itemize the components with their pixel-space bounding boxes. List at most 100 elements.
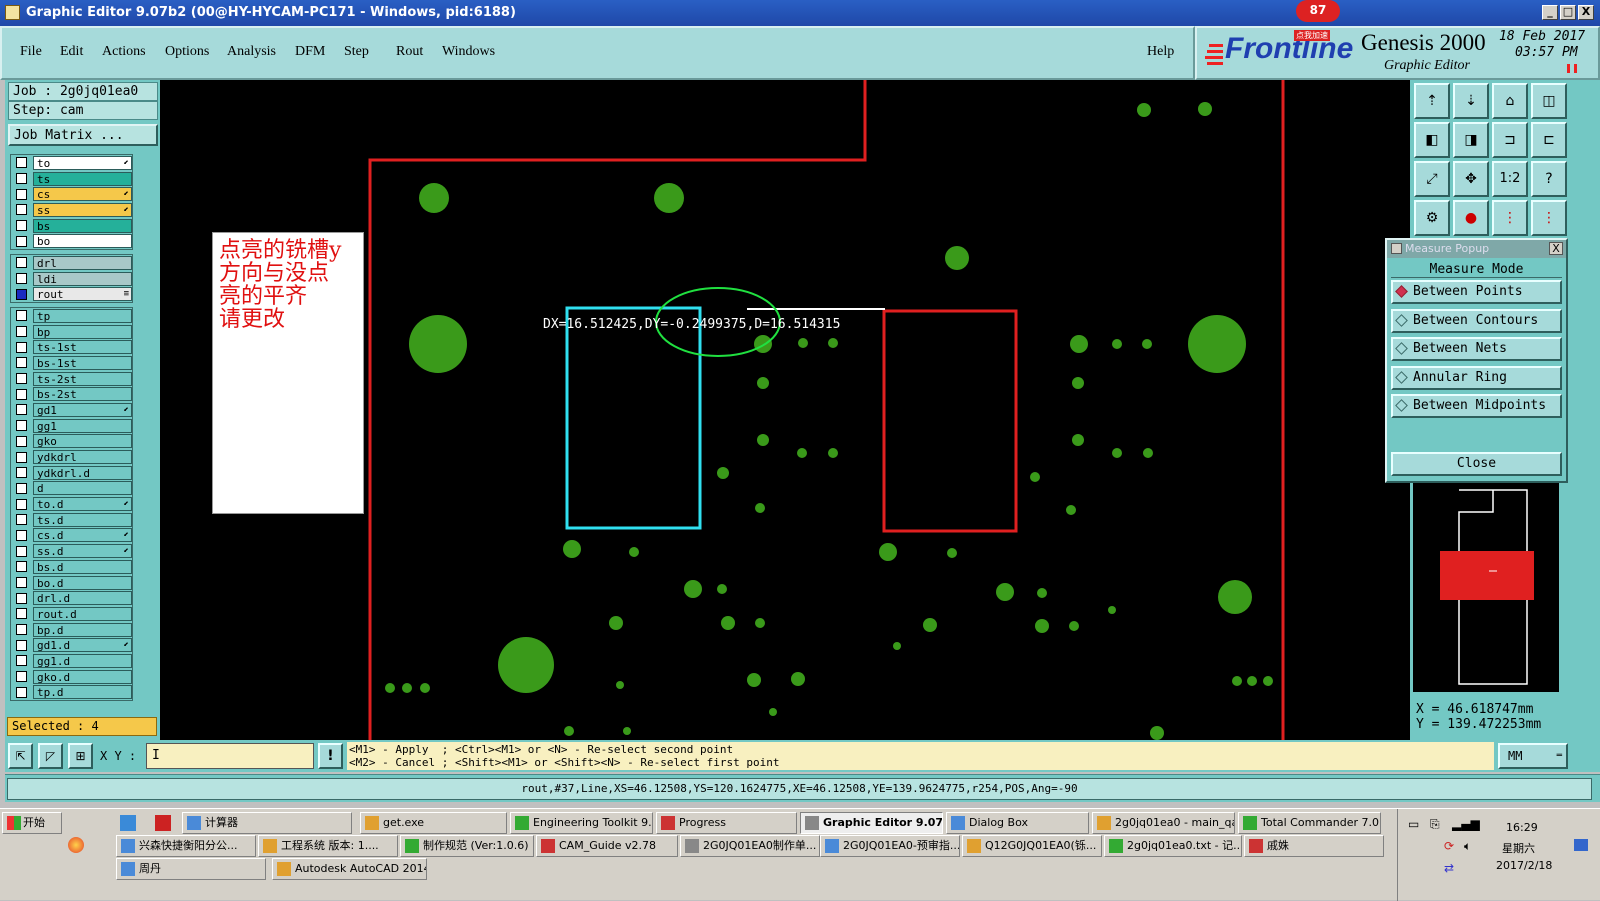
taskbar-item[interactable]: 周丹 [116,858,266,880]
layer-checkbox[interactable] [16,326,27,338]
layer-row[interactable]: rout ≡ [11,286,132,302]
layer-checkbox[interactable] [16,373,27,385]
layer-row[interactable]: gko [11,434,132,450]
layer-checkbox[interactable] [16,157,27,169]
tray-network-icon[interactable]: ▭ [1408,817,1419,831]
layer-name[interactable]: d [33,481,132,496]
layer-name[interactable]: gko [33,434,132,449]
units-selector[interactable]: MM ═ [1498,743,1568,769]
layer-checkbox[interactable] [16,561,27,573]
layer-row[interactable]: ydkdrl.d [11,465,132,481]
layer-name[interactable]: ldi [33,271,132,286]
layer-name[interactable]: bs [33,218,132,233]
menu-help[interactable]: Help [1147,44,1174,60]
measure-option[interactable]: Between Points [1391,280,1562,304]
layer-name[interactable]: drl [33,255,132,270]
taskbar-item[interactable]: Q12G0JQ01EA0(铄... [962,835,1102,857]
taskbar-item[interactable]: CAM_Guide v2.78 [536,835,678,857]
taskbar-item[interactable]: 2G0JQ01EA0制作单... [680,835,820,857]
layer-checkbox[interactable] [16,482,27,494]
layer-checkbox[interactable] [16,257,27,269]
layer-name[interactable]: to ⬋ [33,155,132,170]
layer-row[interactable]: tp.d [11,685,132,701]
alert-icon[interactable]: ! [318,743,343,769]
show-desktop-icon[interactable] [1574,839,1588,851]
layer-row[interactable]: tp [11,308,132,324]
measure-option[interactable]: Between Nets [1391,337,1562,361]
layer-name[interactable]: gd1.d ⬋ [33,638,132,653]
layer-name[interactable]: bo [33,234,132,249]
layer-name[interactable]: ss.d ⬋ [33,544,132,559]
layer-checkbox[interactable] [16,288,27,300]
layer-name[interactable]: bo.d [33,575,132,590]
zoom-left-icon[interactable]: ◧ [1414,122,1450,158]
layer-checkbox[interactable] [16,686,27,698]
center-icon[interactable]: ✥ [1453,161,1489,197]
taskbar-item[interactable]: Graphic Editor 9.07... [800,812,943,834]
layer-name[interactable]: gko.d [33,669,132,684]
taskbar-item[interactable]: 工程系统 版本: 1.... [258,835,398,857]
layer-checkbox[interactable] [16,188,27,200]
measure-popup-close-icon[interactable]: X [1549,242,1563,255]
quicklaunch-icon[interactable] [120,815,136,831]
layer-checkbox[interactable] [16,388,27,400]
layer-checkbox[interactable] [16,273,27,285]
layer-checkbox[interactable] [16,435,27,447]
layer-name[interactable]: tp [33,308,132,323]
layer-row[interactable]: ts.d [11,512,132,528]
net-icon[interactable]: ⋮ [1492,200,1528,236]
layer-checkbox[interactable] [16,608,27,620]
layer-row[interactable]: to ⬋ [11,155,132,171]
menu-analysis[interactable]: Analysis [227,44,276,60]
layer-row[interactable]: bo [11,233,132,249]
layer-name[interactable]: gg1.d [33,653,132,668]
snap-icon[interactable]: ⊏ [1531,122,1567,158]
close-button[interactable]: X [1578,5,1594,20]
layer-name[interactable]: rout ≡ [33,287,132,302]
layer-row[interactable]: d [11,481,132,497]
measure-option[interactable]: Between Contours [1391,308,1562,333]
layer-name[interactable]: ss ⬋ [33,202,132,217]
layer-row[interactable]: ss ⬋ [11,202,132,218]
menu-actions[interactable]: Actions [102,44,146,60]
layer-row[interactable]: bo.d [11,575,132,591]
layer-row[interactable]: ydkdrl [11,449,132,465]
layer-name[interactable]: rout.d [33,606,132,621]
layer-checkbox[interactable] [16,451,27,463]
pause-icon[interactable] [1567,64,1577,73]
layer-checkbox[interactable] [16,639,27,651]
zoom-right-icon[interactable]: ◨ [1453,122,1489,158]
taskbar-item[interactable]: Autodesk AutoCAD 2014... [272,858,427,880]
layer-name[interactable]: ts-1st [33,340,132,355]
taskbar-item[interactable]: Engineering Toolkit 9.... [510,812,653,834]
menu-options[interactable]: Options [165,44,209,60]
layer-row[interactable]: gd1.d ⬋ [11,637,132,653]
taskbar-item[interactable]: 戚姝 [1244,835,1384,857]
menu-file[interactable]: File [20,44,42,60]
layer-name[interactable]: bp [33,324,132,339]
layer-row[interactable]: drl [11,255,132,271]
taskbar-item[interactable]: 2G0JQ01EA0-预审指... [820,835,960,857]
layer-name[interactable]: ts-2st [33,371,132,386]
layer-row[interactable]: gg1.d [11,653,132,669]
layer-name[interactable]: ydkdrl [33,450,132,465]
taskbar-item[interactable]: 制作规范 (Ver:1.0.6) [400,835,534,857]
layer-checkbox[interactable] [16,204,27,216]
xy-input[interactable]: I [146,743,314,769]
maximize-button[interactable]: □ [1560,5,1576,20]
layer-row[interactable]: bp [11,324,132,340]
open-icon[interactable]: ⇡ [1414,83,1450,119]
menu-rout[interactable]: Rout [396,44,423,60]
menu-step[interactable]: Step [344,44,369,60]
taskbar-item[interactable]: get.exe [360,812,507,834]
mirror-icon[interactable]: ⊐ [1492,122,1528,158]
net-compare-icon[interactable]: ⋮ [1531,200,1567,236]
probe-icon[interactable]: ● [1453,200,1489,236]
graphic-canvas[interactable]: 点亮的铣槽y 方向与没点 亮的平齐 请更改 DX=16.512425,DY=-0… [160,80,1410,740]
layer-name[interactable]: gd1 ⬋ [33,402,132,417]
save-icon[interactable]: ⇣ [1453,83,1489,119]
layer-checkbox[interactable] [16,420,27,432]
layer-row[interactable]: rout.d [11,606,132,622]
home-icon[interactable]: ⌂ [1492,83,1528,119]
layer-row[interactable]: bs [11,218,132,234]
